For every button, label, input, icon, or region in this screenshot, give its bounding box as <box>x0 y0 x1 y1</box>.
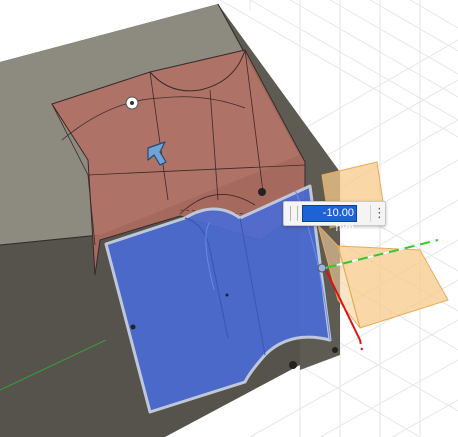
drag-handle[interactable] <box>290 206 298 221</box>
3d-viewport[interactable]: -10.00 mm ⋮ <box>0 0 458 437</box>
model-canvas[interactable] <box>0 0 458 437</box>
distance-input[interactable]: -10.00 mm <box>302 205 357 234</box>
more-options-icon[interactable]: ⋮ <box>370 205 386 222</box>
distance-dimension-box[interactable]: -10.00 mm ⋮ <box>283 201 386 234</box>
